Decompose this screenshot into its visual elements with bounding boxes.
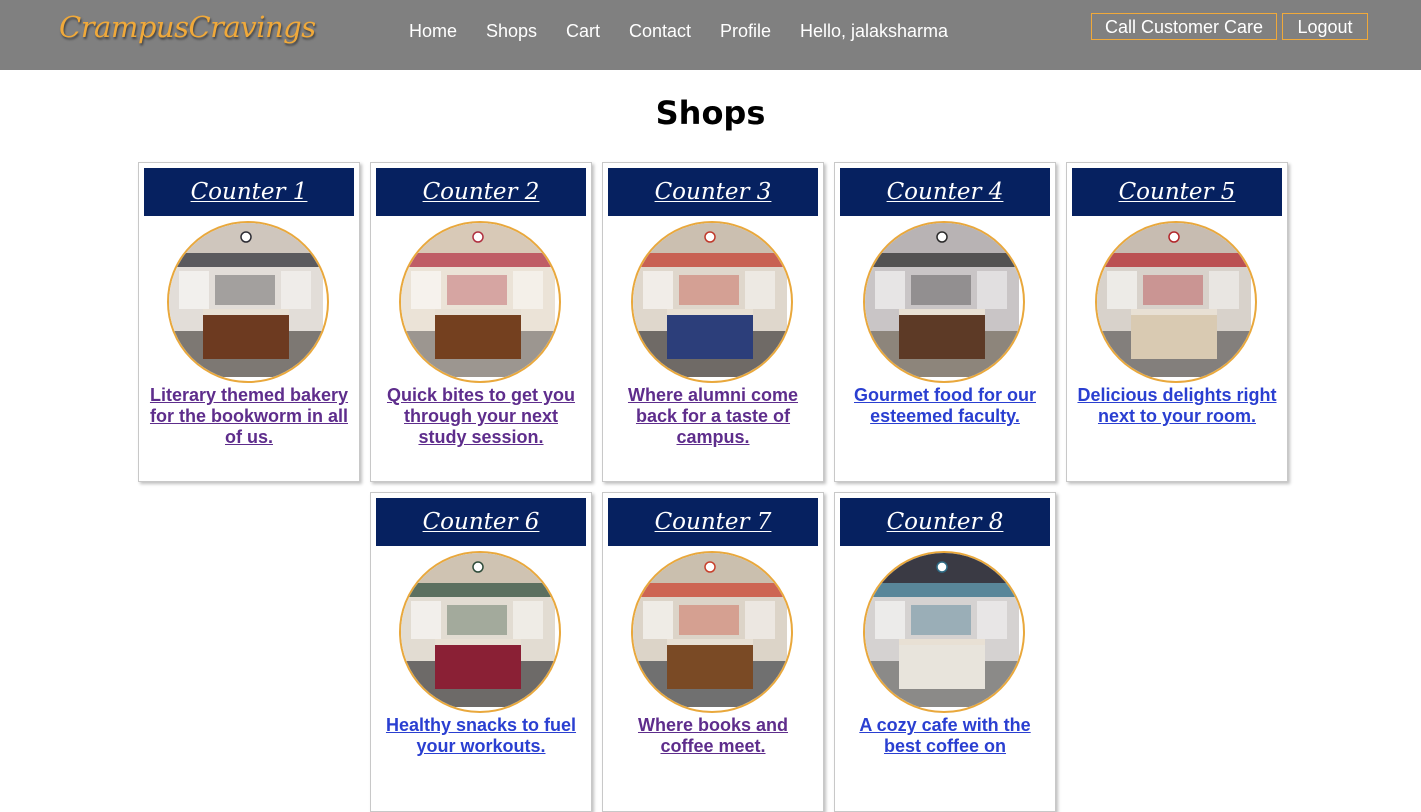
shop-card: Counter 1 Literary themed bakery for the … (138, 162, 360, 482)
shop-card: Counter 5 Delicious delights right next t… (1066, 162, 1288, 482)
shop-description-link[interactable]: Quick bites to get you through your next… (379, 385, 583, 448)
top-navbar: CrampusCravings Home Shops Cart Contact … (0, 0, 1421, 70)
shop-photo[interactable] (631, 221, 793, 383)
shop-description-link[interactable]: A cozy cafe with the best coffee on (843, 715, 1047, 757)
nav-cart-link[interactable]: Cart (566, 20, 600, 42)
shop-photo[interactable] (863, 221, 1025, 383)
shop-description-link[interactable]: Where books and coffee meet. (611, 715, 815, 757)
shop-card: Counter 6 Healthy snacks to fuel your wor… (370, 492, 592, 812)
shop-photo[interactable] (1095, 221, 1257, 383)
shop-name-link[interactable]: Counter 6 (376, 498, 586, 546)
shop-name-link[interactable]: Counter 4 (840, 168, 1050, 216)
nav-profile-link[interactable]: Profile (720, 20, 771, 42)
user-greeting: Hello, jalaksharma (800, 21, 949, 41)
shop-photo[interactable] (863, 551, 1025, 713)
logout-button[interactable]: Logout (1282, 13, 1368, 40)
shop-card: Counter 8 A cozy cafe with the best coffe… (834, 492, 1056, 812)
shop-card: Counter 2 Quick bites to get you through … (370, 162, 592, 482)
shop-card: Counter 4 Gourmet food for our esteemed f… (834, 162, 1056, 482)
shop-photo[interactable] (631, 551, 793, 713)
shop-description-link[interactable]: Delicious delights right next to your ro… (1075, 385, 1279, 427)
shop-description-link[interactable]: Healthy snacks to fuel your workouts. (379, 715, 583, 757)
nav-home-link[interactable]: Home (409, 20, 457, 42)
shop-photo[interactable] (399, 551, 561, 713)
shop-name-link[interactable]: Counter 7 (608, 498, 818, 546)
shop-name-link[interactable]: Counter 3 (608, 168, 818, 216)
page-title: Shops (655, 94, 766, 132)
nav-shops-link[interactable]: Shops (486, 20, 537, 42)
shop-name-link[interactable]: Counter 1 (144, 168, 354, 216)
shop-name-link[interactable]: Counter 8 (840, 498, 1050, 546)
shop-name-link[interactable]: Counter 5 (1072, 168, 1282, 216)
call-customer-care-button[interactable]: Call Customer Care (1091, 13, 1277, 40)
shop-card: Counter 3 Where alumni come back for a ta… (602, 162, 824, 482)
shop-photo[interactable] (399, 221, 561, 383)
nav-contact-link[interactable]: Contact (629, 20, 691, 42)
shop-photo[interactable] (167, 221, 329, 383)
shop-description-link[interactable]: Literary themed bakery for the bookworm … (147, 385, 351, 448)
shop-card: Counter 7 Where books and coffee meet. (602, 492, 824, 812)
shop-description-link[interactable]: Gourmet food for our esteemed faculty. (843, 385, 1047, 427)
shop-name-link[interactable]: Counter 2 (376, 168, 586, 216)
shop-description-link[interactable]: Where alumni come back for a taste of ca… (611, 385, 815, 448)
